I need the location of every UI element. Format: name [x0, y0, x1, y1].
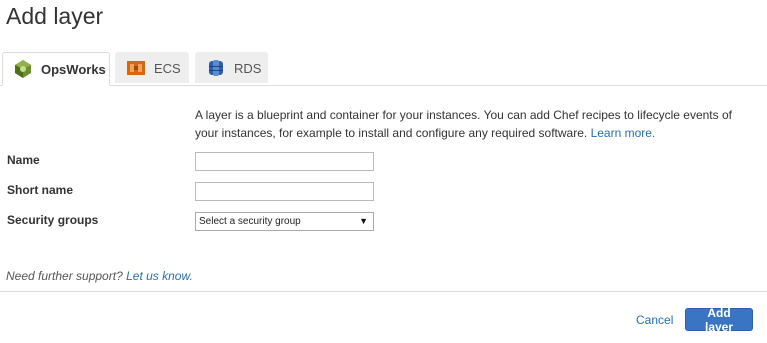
short-name-field[interactable]: [195, 182, 374, 201]
page-title: Add layer: [6, 3, 104, 29]
tab-ecs[interactable]: ECS: [115, 52, 189, 83]
support-text: Need further support?: [6, 269, 123, 283]
layer-type-tabs: OpsWorks ECS RDS: [0, 52, 767, 86]
short-name-label: Short name: [7, 183, 74, 197]
tab-ecs-label: ECS: [154, 60, 181, 76]
footer-divider: [0, 291, 767, 292]
layer-description: A layer is a blueprint and container for…: [195, 106, 755, 142]
dropdown-arrow-icon: ▼: [359, 216, 368, 226]
add-layer-button[interactable]: Add layer: [685, 306, 753, 334]
add-layer-page: Add layer OpsWorks ECS RDS A layer is a …: [0, 0, 767, 343]
name-row: Name: [0, 152, 767, 174]
security-groups-row: Security groups Select a security group …: [0, 212, 767, 234]
short-name-row: Short name: [0, 182, 767, 204]
support-note: Need further support? Let us know.: [6, 269, 193, 283]
let-us-know-link[interactable]: Let us know.: [126, 269, 193, 283]
rds-icon: [206, 58, 226, 78]
security-groups-label: Security groups: [7, 213, 99, 227]
ecs-icon: [126, 58, 146, 78]
tab-rds[interactable]: RDS: [195, 52, 268, 83]
cancel-button[interactable]: Cancel: [636, 313, 673, 327]
tab-rds-label: RDS: [234, 60, 262, 76]
learn-more-link[interactable]: Learn more.: [591, 126, 656, 140]
tab-opsworks-label: OpsWorks: [41, 61, 106, 77]
name-label: Name: [7, 153, 40, 167]
name-field[interactable]: [195, 152, 374, 171]
security-groups-select[interactable]: Select a security group ▼: [195, 212, 374, 231]
security-groups-selected-value: Select a security group: [199, 216, 301, 227]
tab-opsworks[interactable]: OpsWorks: [2, 52, 110, 86]
opsworks-icon: [13, 59, 33, 79]
